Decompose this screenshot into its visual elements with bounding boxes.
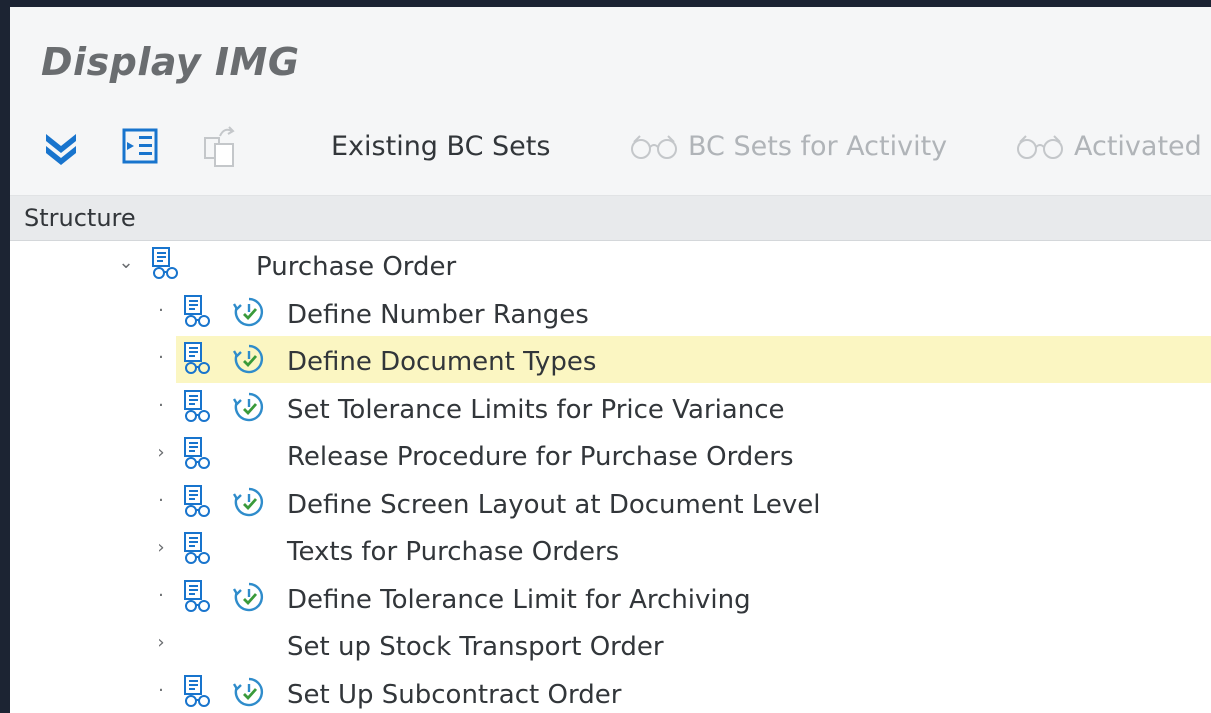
tree-node[interactable]: · Set Tolerance Limits for Price Variance <box>10 384 1211 431</box>
activated-label: Activated <box>1074 131 1202 162</box>
toolbar: Existing BC Sets BC Sets for Activity Ac… <box>10 107 1211 196</box>
img-documentation-icon[interactable] <box>148 246 182 282</box>
tree-node-label[interactable]: Define Tolerance Limit for Archiving <box>287 585 751 615</box>
img-documentation-icon[interactable] <box>180 341 214 377</box>
tree-node-label[interactable]: Set Tolerance Limits for Price Variance <box>287 395 785 425</box>
tree-node-label[interactable]: Define Number Ranges <box>287 300 589 330</box>
collapse-chevron-icon[interactable]: ⌄ <box>118 253 134 273</box>
leaf-dot-icon: · <box>158 395 164 416</box>
img-documentation-icon[interactable] <box>180 531 214 567</box>
tree-node[interactable]: · Define Tolerance Limit for Archiving <box>10 574 1211 621</box>
existing-bc-sets-label: Existing BC Sets <box>331 131 551 162</box>
double-chevron-down-icon[interactable] <box>38 123 84 169</box>
tree-node[interactable]: › Texts for Purchase Orders <box>10 526 1211 573</box>
title-bar: Display IMG <box>10 7 1211 107</box>
tree-node[interactable]: · Define Screen Layout at Document Level <box>10 479 1211 526</box>
leaf-dot-icon: · <box>158 300 164 321</box>
activated-bc-sets-button[interactable]: Activated <box>1014 131 1202 162</box>
execute-activity-clock-icon[interactable] <box>232 390 266 424</box>
tree-node[interactable]: · Define Document Types <box>10 336 1211 383</box>
page-title: Display IMG <box>41 40 300 84</box>
tree-node-label[interactable]: Release Procedure for Purchase Orders <box>287 442 794 472</box>
execute-activity-clock-icon[interactable] <box>232 342 266 376</box>
img-documentation-icon[interactable] <box>180 436 214 472</box>
tree-node[interactable]: · Set Up Subcontract Order <box>10 669 1211 713</box>
tree-node-label[interactable]: Purchase Order <box>256 252 456 282</box>
existing-bc-sets-button[interactable]: Existing BC Sets <box>331 131 550 162</box>
execute-activity-clock-icon[interactable] <box>232 295 266 329</box>
img-documentation-icon[interactable] <box>180 579 214 615</box>
tree-node[interactable]: › Set up Stock Transport Order <box>10 621 1211 668</box>
bc-sets-for-activity-label: BC Sets for Activity <box>688 131 948 162</box>
tree-node[interactable]: › Release Procedure for Purchase Orders <box>10 431 1211 478</box>
copy-document-icon[interactable] <box>197 123 243 169</box>
img-documentation-icon[interactable] <box>180 389 214 425</box>
tree-node-label[interactable]: Set up Stock Transport Order <box>287 632 664 662</box>
structure-column-header: Structure <box>10 196 1211 241</box>
tree-node-label[interactable]: Texts for Purchase Orders <box>287 537 619 567</box>
img-documentation-icon[interactable] <box>180 674 214 710</box>
expand-chevron-icon[interactable]: › <box>153 633 169 653</box>
glasses-icon <box>628 134 680 159</box>
tree-node-label[interactable]: Define Document Types <box>287 347 596 377</box>
img-documentation-icon[interactable] <box>180 484 214 520</box>
find-in-structure-icon[interactable] <box>117 123 163 169</box>
img-window: Display IMG Existing BC Sets BC Sets for… <box>10 7 1211 713</box>
expand-chevron-icon[interactable]: › <box>153 443 169 463</box>
leaf-dot-icon: · <box>158 490 164 511</box>
execute-activity-clock-icon[interactable] <box>232 485 266 519</box>
structure-header-label: Structure <box>24 204 136 232</box>
execute-activity-clock-icon[interactable] <box>232 580 266 614</box>
expand-chevron-icon[interactable]: › <box>153 538 169 558</box>
glasses-icon <box>1014 134 1066 159</box>
execute-activity-clock-icon[interactable] <box>232 675 266 709</box>
tree-node-label[interactable]: Set Up Subcontract Order <box>287 680 621 710</box>
tree-node-purchase-order[interactable]: ⌄ Purchase Order <box>10 241 1211 288</box>
leaf-dot-icon: · <box>158 680 164 701</box>
img-documentation-icon[interactable] <box>180 294 214 330</box>
tree-node[interactable]: · Define Number Ranges <box>10 289 1211 336</box>
tree-node-label[interactable]: Define Screen Layout at Document Level <box>287 490 820 520</box>
leaf-dot-icon: · <box>158 585 164 606</box>
bc-sets-for-activity-button[interactable]: BC Sets for Activity <box>628 131 947 162</box>
leaf-dot-icon: · <box>158 347 164 368</box>
